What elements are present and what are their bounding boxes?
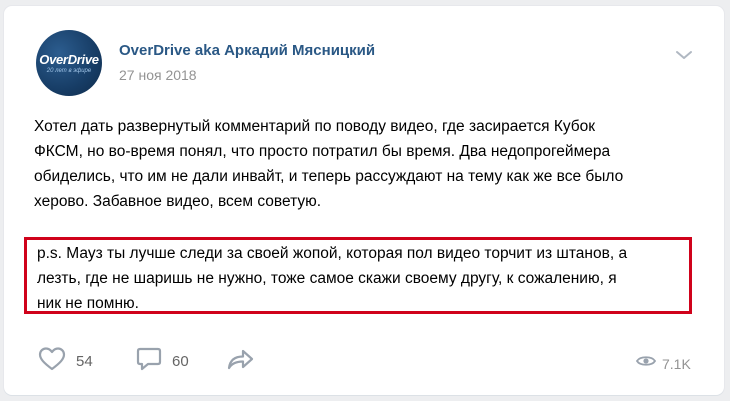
highlight-box: p.s. Мауз ты лучше следи за своей жопой,… — [24, 237, 692, 314]
heart-icon — [38, 346, 66, 377]
post-date[interactable]: 27 ноя 2018 — [119, 67, 197, 83]
ps-text: p.s. Мауз ты лучше следи за своей жопой,… — [37, 241, 687, 316]
ps-text-line: ник не помню. — [37, 295, 139, 312]
post-text-line: обиделись, что им не дали инвайт, и тепе… — [34, 168, 624, 185]
share-button[interactable] — [226, 348, 254, 374]
views-count: 7.1K — [662, 355, 691, 372]
chevron-down-icon[interactable] — [674, 48, 694, 62]
like-count: 54 — [76, 352, 93, 370]
post-text: Хотел дать развернутый комментарий по по… — [34, 114, 684, 214]
post-card: OverDrive 20 лет в эфире OverDrive aka А… — [4, 6, 724, 395]
comment-button[interactable]: 60 — [136, 346, 189, 377]
ps-text-line: p.s. Мауз ты лучше следи за своей жопой,… — [37, 245, 628, 262]
like-button[interactable]: 54 — [38, 346, 93, 377]
author-name[interactable]: OverDrive aka Аркадий Мясницкий — [119, 42, 375, 59]
comment-count: 60 — [172, 352, 189, 370]
eye-icon — [635, 354, 657, 373]
avatar-brand: OverDrive — [39, 52, 99, 67]
avatar[interactable]: OverDrive 20 лет в эфире — [36, 30, 102, 96]
ps-text-line: лезть, где не шаришь не нужно, тоже само… — [37, 270, 617, 287]
comment-icon — [136, 346, 162, 377]
views-counter: 7.1K — [635, 354, 691, 373]
post-text-line: Хотел дать развернутый комментарий по по… — [34, 118, 596, 135]
post-text-line: херово. Забавное видео, всем советую. — [34, 193, 322, 210]
share-icon — [226, 346, 254, 377]
avatar-tagline: 20 лет в эфире — [46, 68, 92, 74]
post-text-line: ФКСМ, но во-время понял, что просто потр… — [34, 143, 611, 160]
